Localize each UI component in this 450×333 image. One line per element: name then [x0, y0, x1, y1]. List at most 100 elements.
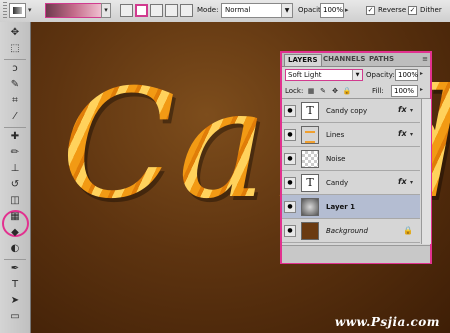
lasso-tool-icon[interactable]: ↄ: [6, 62, 24, 76]
eraser-tool-icon[interactable]: ◫: [6, 194, 24, 208]
fill-arrow[interactable]: ▸: [420, 86, 423, 93]
layer-name[interactable]: Layer 1: [326, 203, 355, 211]
visibility-eye-icon[interactable]: ●: [284, 105, 296, 117]
options-bar-grip[interactable]: [3, 2, 7, 19]
mode-dropdown-arrow: ▼: [281, 4, 292, 17]
mode-label: Mode:: [197, 6, 219, 14]
layer-effects-icon[interactable]: fx: [398, 129, 407, 138]
blend-mode-select[interactable]: Soft Light ▼: [285, 69, 363, 81]
visibility-eye-icon[interactable]: ●: [284, 225, 296, 237]
healing-brush-tool-icon[interactable]: ✚: [6, 130, 24, 144]
mode-value: Normal: [225, 6, 251, 14]
history-brush-tool-icon[interactable]: ↺: [6, 178, 24, 192]
mode-select[interactable]: Normal ▼: [221, 3, 293, 18]
layer-thumbnail: [301, 126, 319, 144]
reverse-label: Reverse: [378, 6, 407, 14]
layer-opacity-input[interactable]: 100%: [395, 69, 418, 81]
visibility-eye-icon[interactable]: ●: [284, 201, 296, 213]
layer-name[interactable]: Candy copy: [326, 107, 367, 115]
blur-tool-icon[interactable]: ◆: [6, 226, 24, 240]
effects-expand-arrow-icon[interactable]: ▾: [410, 131, 413, 138]
crop-tool-icon[interactable]: ⌗: [6, 94, 24, 108]
layer-thumbnail: [301, 198, 319, 216]
opacity-slider-arrow[interactable]: ▸: [345, 3, 354, 18]
move-tool-icon[interactable]: ✥: [6, 26, 24, 40]
opacity-input[interactable]: 100%: [320, 3, 344, 18]
options-bar: ▾ ▾ Mode: Normal ▼ Opacity: 100% ▸ ✓ Reve…: [0, 0, 450, 23]
dodge-tool-icon[interactable]: ◐: [6, 242, 24, 256]
clone-stamp-tool-icon[interactable]: ⊥: [6, 162, 24, 176]
layer-name[interactable]: Lines: [326, 131, 344, 139]
layer-row[interactable]: ● Noise: [282, 147, 420, 171]
lock-label: Lock:: [285, 87, 304, 95]
toolbox: ✥ ⬚ ↄ ✎ ⌗ ⁄ ✚ ✏ ⊥ ↺ ◫ ▦ ◆ ◐ ✒ T ➤ ▭: [0, 22, 31, 333]
radial-gradient-icon[interactable]: [135, 4, 148, 17]
tab-paths[interactable]: PATHS: [366, 54, 397, 65]
linear-gradient-icon[interactable]: [120, 4, 133, 17]
layer-thumbnail: T: [301, 102, 319, 120]
effects-expand-arrow-icon[interactable]: ▾: [410, 179, 413, 186]
eyedropper-tool-icon[interactable]: ⁄: [6, 110, 24, 124]
visibility-eye-icon[interactable]: ●: [284, 129, 296, 141]
panel-bottom-bar: [282, 245, 430, 263]
layer-opacity-label: Opacity:: [366, 71, 395, 79]
layer-thumbnail: [301, 222, 319, 240]
visibility-eye-icon[interactable]: ●: [284, 153, 296, 165]
layer-effects-icon[interactable]: fx: [398, 105, 407, 114]
toolbox-separator: [4, 259, 26, 260]
layer-name[interactable]: Noise: [326, 155, 345, 163]
watermark: www.Psjia.com: [334, 315, 440, 329]
layer-row[interactable]: ● T Candy fx ▾: [282, 171, 420, 195]
fill-label: Fill:: [372, 87, 384, 95]
layer-row[interactable]: ● Background 🔒: [282, 219, 420, 243]
dither-label: Dither: [420, 6, 442, 14]
layer-list: ● T Candy copy fx ▾ ● Lines fx ▾ ● Noise ● T Candy fx ▾…: [282, 99, 420, 244]
panel-menu-icon[interactable]: ≡: [422, 54, 428, 65]
tool-preset-dropdown-arrow[interactable]: ▾: [28, 3, 36, 18]
layers-panel: LAYERS CHANNELS PATHS ≡ Soft Light ▼ Opac…: [280, 51, 432, 264]
marquee-tool-icon[interactable]: ⬚: [6, 42, 24, 56]
layer-lock-icon: 🔒: [403, 226, 413, 235]
layer-thumbnail: T: [301, 174, 319, 192]
layer-name[interactable]: Background: [326, 227, 368, 235]
pen-tool-icon[interactable]: ✒: [6, 262, 24, 276]
path-select-tool-icon[interactable]: ➤: [6, 294, 24, 308]
brush-tool-icon[interactable]: ✏: [6, 146, 24, 160]
reflected-gradient-icon[interactable]: [165, 4, 178, 17]
tab-channels[interactable]: CHANNELS: [320, 54, 368, 65]
layer-opacity-arrow[interactable]: ▸: [420, 70, 423, 77]
visibility-eye-icon[interactable]: ●: [284, 177, 296, 189]
fill-input[interactable]: 100%: [391, 85, 418, 97]
layer-effects-icon[interactable]: fx: [398, 177, 407, 186]
layer-list-scrollbar[interactable]: [421, 99, 431, 244]
blend-row: Soft Light ▼ Opacity: 100% ▸: [282, 67, 430, 83]
lock-row: Lock: ▦ ✎ ✥ 🔒 Fill: 100% ▸: [282, 84, 430, 99]
toolbox-separator: [4, 59, 26, 60]
layer-name[interactable]: Candy: [326, 179, 348, 187]
panel-tabs: LAYERS CHANNELS PATHS ≡: [282, 53, 430, 67]
gradient-swatch[interactable]: [45, 3, 103, 18]
blend-dropdown-arrow: ▼: [352, 70, 362, 80]
toolbox-separator: [4, 127, 26, 128]
shape-tool-icon[interactable]: ▭: [6, 310, 24, 324]
gradient-tool-preset-icon[interactable]: [9, 3, 26, 18]
angle-gradient-icon[interactable]: [150, 4, 163, 17]
lock-all-icon[interactable]: 🔒: [342, 86, 352, 96]
layer-row[interactable]: ● Layer 1: [282, 195, 420, 219]
quick-select-tool-icon[interactable]: ✎: [6, 78, 24, 92]
effects-expand-arrow-icon[interactable]: ▾: [410, 107, 413, 114]
lock-pixels-icon[interactable]: ✎: [318, 86, 328, 96]
gradient-tool-icon[interactable]: ▦: [6, 210, 24, 224]
blend-mode-value: Soft Light: [288, 71, 322, 79]
layer-row[interactable]: ● Lines fx ▾: [282, 123, 420, 147]
diamond-gradient-icon[interactable]: [180, 4, 193, 17]
lock-position-icon[interactable]: ✥: [330, 86, 340, 96]
tab-layers[interactable]: LAYERS: [284, 54, 322, 66]
lock-transparent-icon[interactable]: ▦: [306, 86, 316, 96]
layer-row[interactable]: ● T Candy copy fx ▾: [282, 99, 420, 123]
reverse-checkbox[interactable]: ✓: [366, 6, 375, 15]
gradient-dropdown-button[interactable]: ▾: [101, 3, 111, 18]
dither-checkbox[interactable]: ✓: [408, 6, 417, 15]
layer-thumbnail: [301, 150, 319, 168]
type-tool-icon[interactable]: T: [6, 278, 24, 292]
